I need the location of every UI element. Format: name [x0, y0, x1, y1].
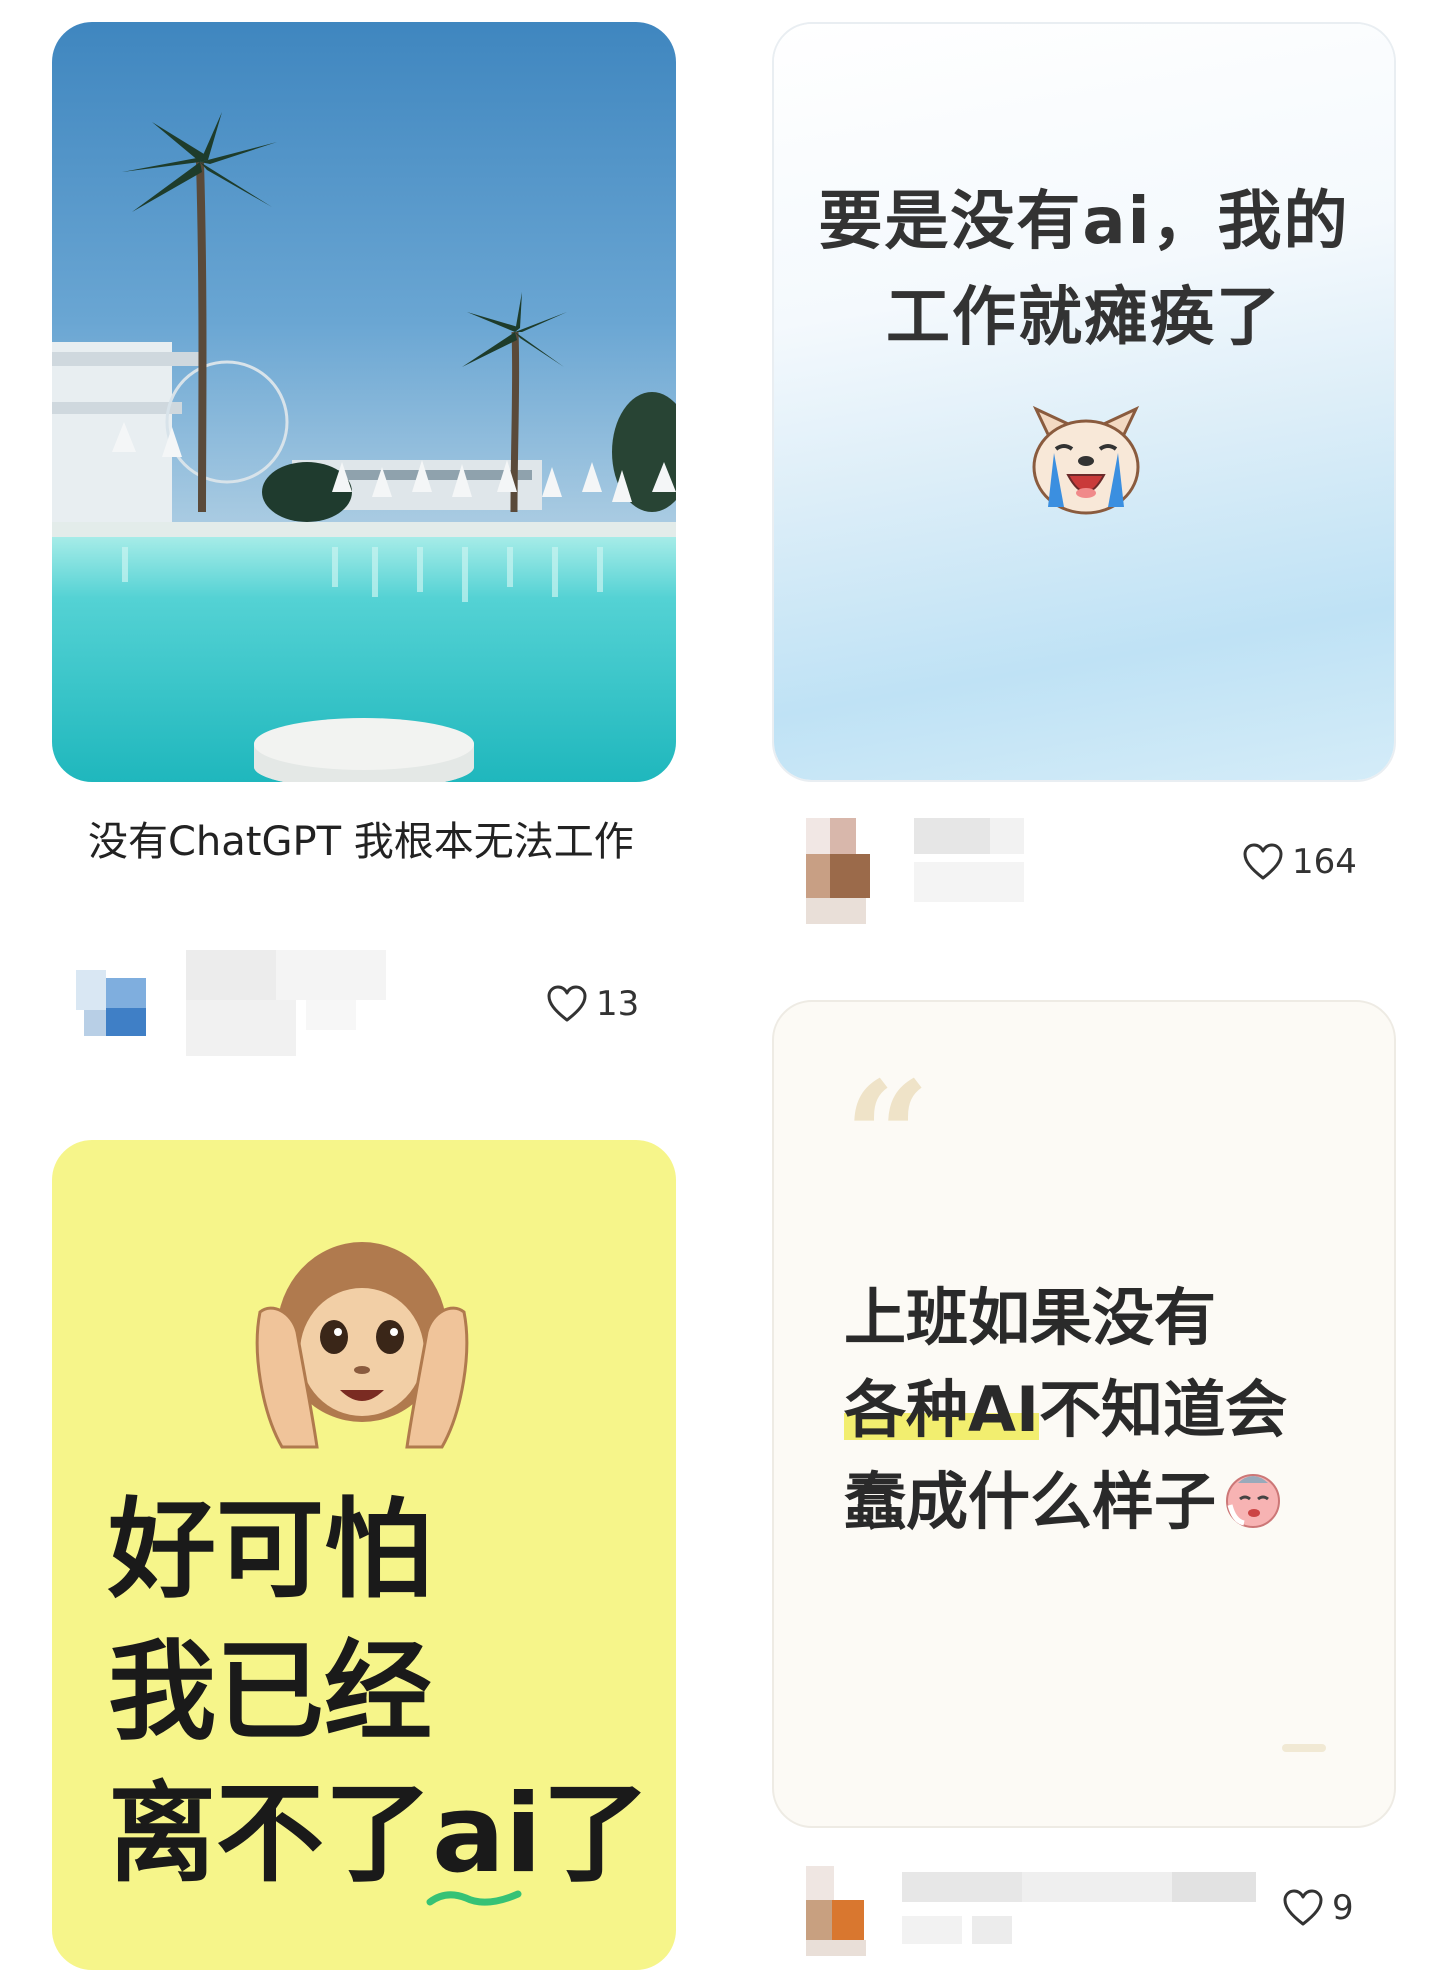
crying-dog-icon	[1032, 405, 1140, 515]
heart-outline-icon	[547, 985, 587, 1022]
post-card-scary[interactable]: 好可怕 我已经 离不了ai 了	[52, 1140, 676, 1970]
author-avatar-blurred[interactable]	[76, 950, 406, 1060]
decorative-dash	[1282, 1744, 1326, 1752]
post-card-ai-paralyzed[interactable]: 要是没有ai，我的 工作就瘫痪了	[772, 22, 1396, 782]
like-button[interactable]: 164	[1242, 842, 1357, 882]
hear-no-evil-monkey-icon	[255, 1242, 469, 1449]
card-text: 要是没有ai，我的 工作就瘫痪了	[818, 185, 1350, 355]
like-count: 13	[596, 984, 640, 1024]
like-button[interactable]: 9	[1282, 1888, 1354, 1928]
heart-outline-icon	[1243, 843, 1283, 880]
like-count: 9	[1332, 1888, 1354, 1928]
quote-mark-icon: “	[844, 1049, 931, 1225]
post-card-work-without-ai[interactable]: “ 上班如果没有 各种AI不知道会 蠢成什么样子	[772, 1000, 1396, 1828]
card-text: 好可怕 我已经 离不了ai 了	[108, 1480, 650, 1906]
crying-face-icon	[1226, 1474, 1281, 1528]
pool-photo	[52, 22, 676, 782]
heart-outline-icon	[1283, 1889, 1323, 1926]
like-button[interactable]: 13	[546, 984, 639, 1024]
post-card-pool[interactable]	[52, 22, 676, 782]
green-squiggle-underline	[426, 1890, 522, 1906]
author-avatar-blurred[interactable]	[806, 818, 1024, 926]
card-text: 上班如果没有 各种AI不知道会 蠢成什么样子	[844, 1281, 1288, 1538]
post-title[interactable]: 没有ChatGPT 我根本无法工作	[88, 814, 648, 870]
author-avatar-blurred[interactable]	[806, 1866, 1266, 1956]
like-count: 164	[1292, 842, 1357, 882]
